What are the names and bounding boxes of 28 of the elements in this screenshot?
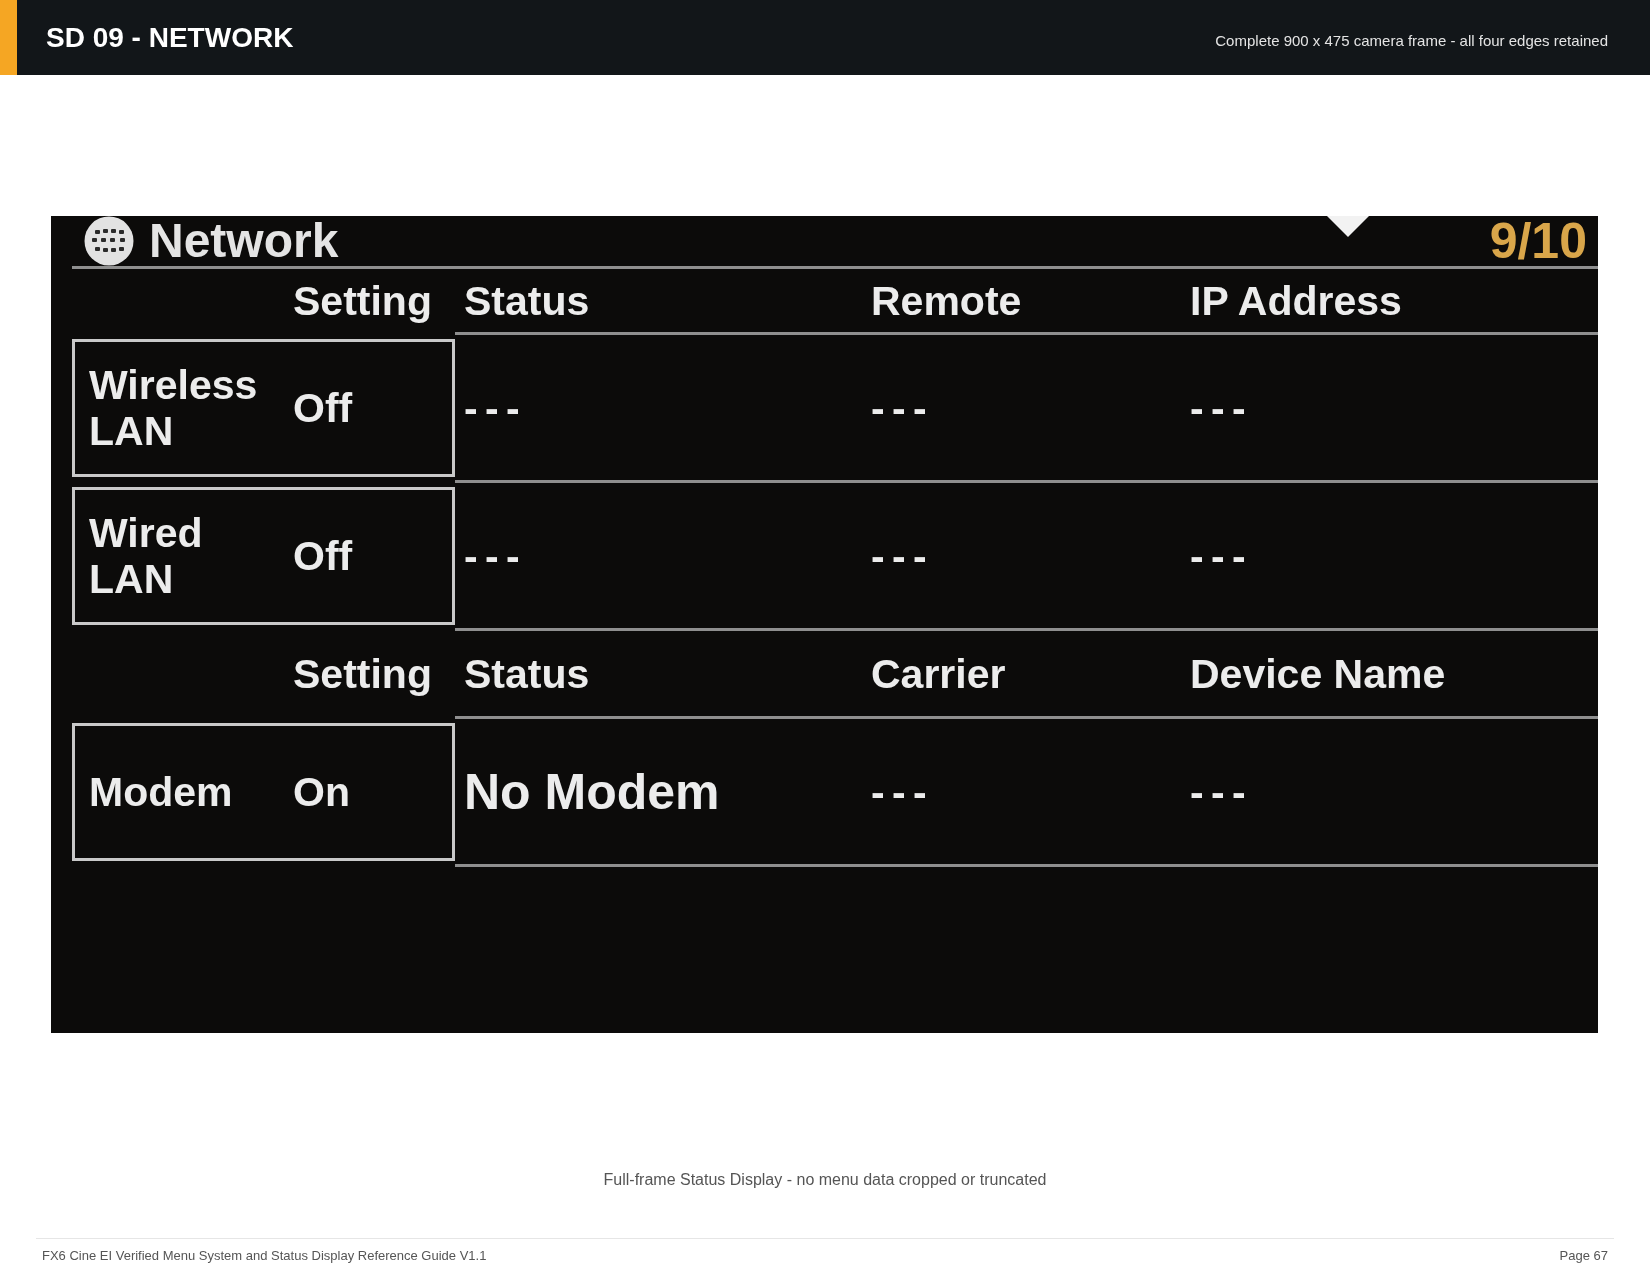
- table-cell-text: ---: [464, 532, 529, 579]
- table-cell-text: ---: [871, 768, 936, 815]
- footer-text: FX6 Cine EI Verified Menu System and Status Display Reference Guide V1.1: [42, 1248, 487, 1263]
- column-header: Carrier: [871, 650, 1007, 697]
- column-header: Setting: [293, 277, 433, 324]
- down-triangle-icon: [1326, 216, 1369, 237]
- table-cell-text: ---: [1190, 768, 1255, 815]
- table-cell-text: ---: [1190, 384, 1255, 431]
- page-subtitle: Complete 900 x 475 camera frame - all four edges retained: [1215, 31, 1608, 49]
- column-header: Setting: [293, 650, 433, 697]
- table-cell-text: ---: [871, 384, 936, 431]
- page-indicator: 9/10: [1489, 216, 1587, 266]
- globe-icon: [84, 216, 134, 266]
- menu-item[interactable]: Wired LAN Off: [72, 486, 455, 625]
- column-header: Status: [464, 277, 591, 324]
- table-cell-text: ---: [1190, 532, 1255, 579]
- table-cell-text: ---: [464, 384, 529, 431]
- figure-caption: Full-frame Status Display - no menu data cropped or truncated: [603, 1171, 1047, 1188]
- table-cell-text: No Modem: [464, 763, 721, 820]
- column-header: Device Name: [1190, 650, 1447, 697]
- column-header: Status: [464, 650, 591, 697]
- screen-title: Network: [149, 216, 339, 266]
- page-title: SD 09 - NETWORK: [46, 21, 294, 54]
- menu-item[interactable]: Modem On: [72, 722, 455, 861]
- page-number: Page 67: [1559, 1248, 1608, 1263]
- column-header: IP Address: [1190, 277, 1403, 324]
- column-header: Remote: [871, 277, 1023, 324]
- table-cell-text: ---: [871, 532, 936, 579]
